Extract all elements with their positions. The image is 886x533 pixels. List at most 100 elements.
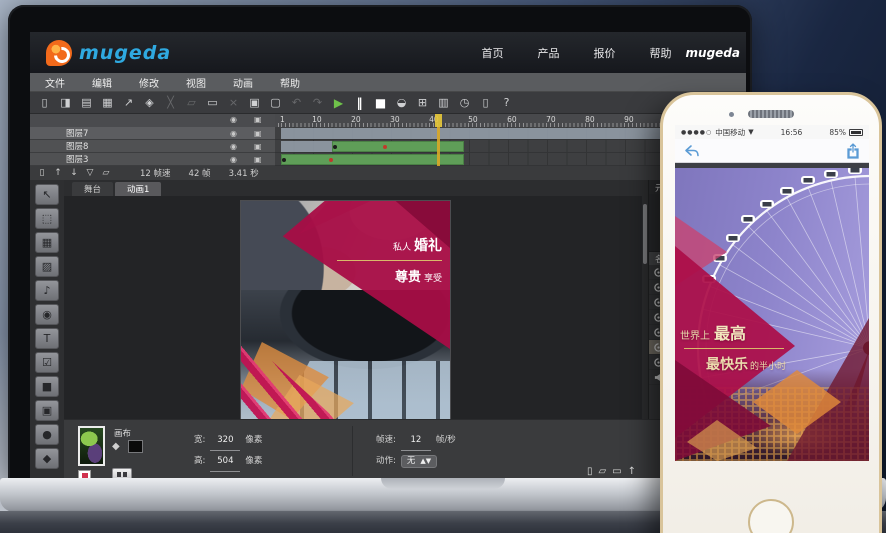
tool-button[interactable]: ▦ [35,232,59,253]
toolbar-icon[interactable]: ↷ [309,95,326,111]
layer-action-icon[interactable]: ↓ [66,168,82,178]
layer-row[interactable]: 图层7 ◉ ▣ [30,127,275,140]
frame-span[interactable] [332,141,465,152]
menu-item[interactable]: 文件 [45,75,65,90]
toolbar-icon[interactable]: ╳ [162,95,179,111]
keyframe-dot[interactable] [333,145,337,149]
tool-button[interactable]: ■ [35,376,59,397]
toolbar-icon[interactable]: × [225,95,242,111]
toolbar-icon[interactable]: ◨ [57,95,74,111]
toolbar-icon[interactable]: ↶ [288,95,305,111]
toolbar-icon[interactable]: ▥ [435,95,452,111]
toolbar-icon[interactable]: ? [498,95,515,111]
canvas-poster[interactable]: 私人婚礼 尊贵享受 [241,201,450,419]
tool-button[interactable]: ● [35,424,59,445]
document-action-icon[interactable]: ▯ [587,466,593,477]
menu-item[interactable]: 动画 [233,75,253,90]
toolbar-icon[interactable]: ▯ [36,95,53,111]
top-nav-link[interactable]: 帮助 [650,45,672,61]
layer-visibility-icon[interactable]: ◉ [230,142,237,151]
share-icon[interactable] [846,143,860,159]
tool-button[interactable]: T [35,328,59,349]
layer-action-icon[interactable]: ▯ [34,168,50,178]
toolbar-icon[interactable]: ◒ [393,95,410,111]
menu-item[interactable]: 修改 [139,75,159,90]
canvas-thumbnail[interactable] [78,426,105,466]
layer-lock-icon[interactable]: ▣ [254,155,262,164]
top-nav-link[interactable]: 报价 [594,45,616,61]
frame-span[interactable] [281,128,667,139]
ruler-number: 10 [312,115,322,124]
layer-list: 图层7 ◉ ▣ 图层8 ◉ ▣ 图层3 ◉ ▣ [30,127,275,166]
tool-button[interactable]: ♪ [35,280,59,301]
toolbar-icon[interactable]: ▭ [204,95,221,111]
ad-preview-image[interactable]: 世界上最高 最快乐的半小时 [675,168,869,461]
toolbar-icon[interactable]: ⊞ [414,95,431,111]
toolbar-icon[interactable]: ■ [372,95,389,111]
menu-item[interactable]: 帮助 [280,75,300,90]
mugeda-logo[interactable]: mugeda [30,40,171,66]
toolbar-icon[interactable]: ↗ [120,95,137,111]
document-action-icon[interactable]: ↑ [628,466,636,477]
layer-action-icon[interactable]: ▽ [82,168,98,178]
tool-button[interactable]: ☑ [35,352,59,373]
top-nav-link[interactable]: 产品 [538,45,560,61]
toolbar-icon[interactable]: ‖ [351,95,368,111]
stage-area: 舞台动画1 私人婚礼 尊贵享受 [64,180,648,419]
visibility-column-icon[interactable]: ◉ [230,115,237,124]
width-unit: 像素 [245,435,262,445]
layer-action-icon[interactable]: ↑ [50,168,66,178]
width-input[interactable]: 320 [210,430,240,451]
toolbar-icon[interactable]: ▤ [78,95,95,111]
tool-button[interactable]: ↖ [35,184,59,205]
carrier-label: 中国移动 [715,127,745,138]
fps-input[interactable]: 12 [401,430,431,451]
stage-tab[interactable]: 动画1 [115,182,161,196]
back-icon[interactable] [684,144,700,158]
toolbar-icon[interactable]: ▶ [330,95,347,111]
tool-button[interactable]: ◆ [35,448,59,469]
action-value: 无 [407,451,416,471]
top-nav-link[interactable]: 首页 [482,45,504,61]
lock-column-icon[interactable]: ▣ [254,115,262,124]
stage-tab[interactable]: 舞台 [72,182,113,196]
layer-visibility-icon[interactable]: ◉ [230,129,237,138]
account-link[interactable]: mugeda [686,46,746,60]
document-action-icon[interactable]: ▭ [612,466,621,477]
toolbar-icon[interactable]: ▱ [183,95,200,111]
menu-item[interactable]: 视图 [186,75,206,90]
tool-button[interactable]: ⬚ [35,208,59,229]
layer-lock-icon[interactable]: ▣ [254,142,262,151]
home-button[interactable] [748,499,794,533]
height-input[interactable]: 504 [210,451,240,472]
menu-item[interactable]: 编辑 [92,75,112,90]
action-select[interactable]: 无▲▼ [401,455,437,468]
properties-panel: 画布 ◆ 宽:320像素 高:504像素 帧速:12帧/秒 动作:无▲▼ ▯▱▭… [64,419,746,482]
toolbar-icon[interactable]: ◷ [456,95,473,111]
toolbar-icon[interactable]: ▦ [99,95,116,111]
frame-span[interactable] [281,141,332,152]
toolbar-icon[interactable]: ▢ [267,95,284,111]
stage-scrollbar-thumb[interactable] [643,204,647,264]
layer-lock-icon[interactable]: ▣ [254,129,262,138]
background-color-swatch[interactable] [128,440,143,453]
playhead[interactable] [437,114,440,166]
toolbar-icon[interactable]: ◈ [141,95,158,111]
ad-headline-prefix: 世界上 [680,331,710,342]
keyframe-dot[interactable] [282,158,286,162]
layer-row[interactable]: 图层8 ◉ ▣ [30,140,275,153]
keyframe-dot[interactable] [329,158,333,162]
toolbar-icon[interactable]: ▣ [246,95,263,111]
phone-screen: ●●●●○ 中国移动 ▼ 16:56 85% [675,125,869,461]
layer-visibility-icon[interactable]: ◉ [230,155,237,164]
paint-bucket-icon[interactable]: ◆ [112,441,120,452]
ruler-number: 50 [468,115,478,124]
layer-row[interactable]: 图层3 ◉ ▣ [30,153,275,166]
layer-name: 图层8 [30,140,88,152]
tool-button[interactable]: ▣ [35,400,59,421]
document-action-icon[interactable]: ▱ [598,466,606,477]
layer-action-icon[interactable]: ▱ [98,168,114,178]
tool-button[interactable]: ▨ [35,256,59,277]
toolbar-icon[interactable]: ▯ [477,95,494,111]
tool-button[interactable]: ◉ [35,304,59,325]
